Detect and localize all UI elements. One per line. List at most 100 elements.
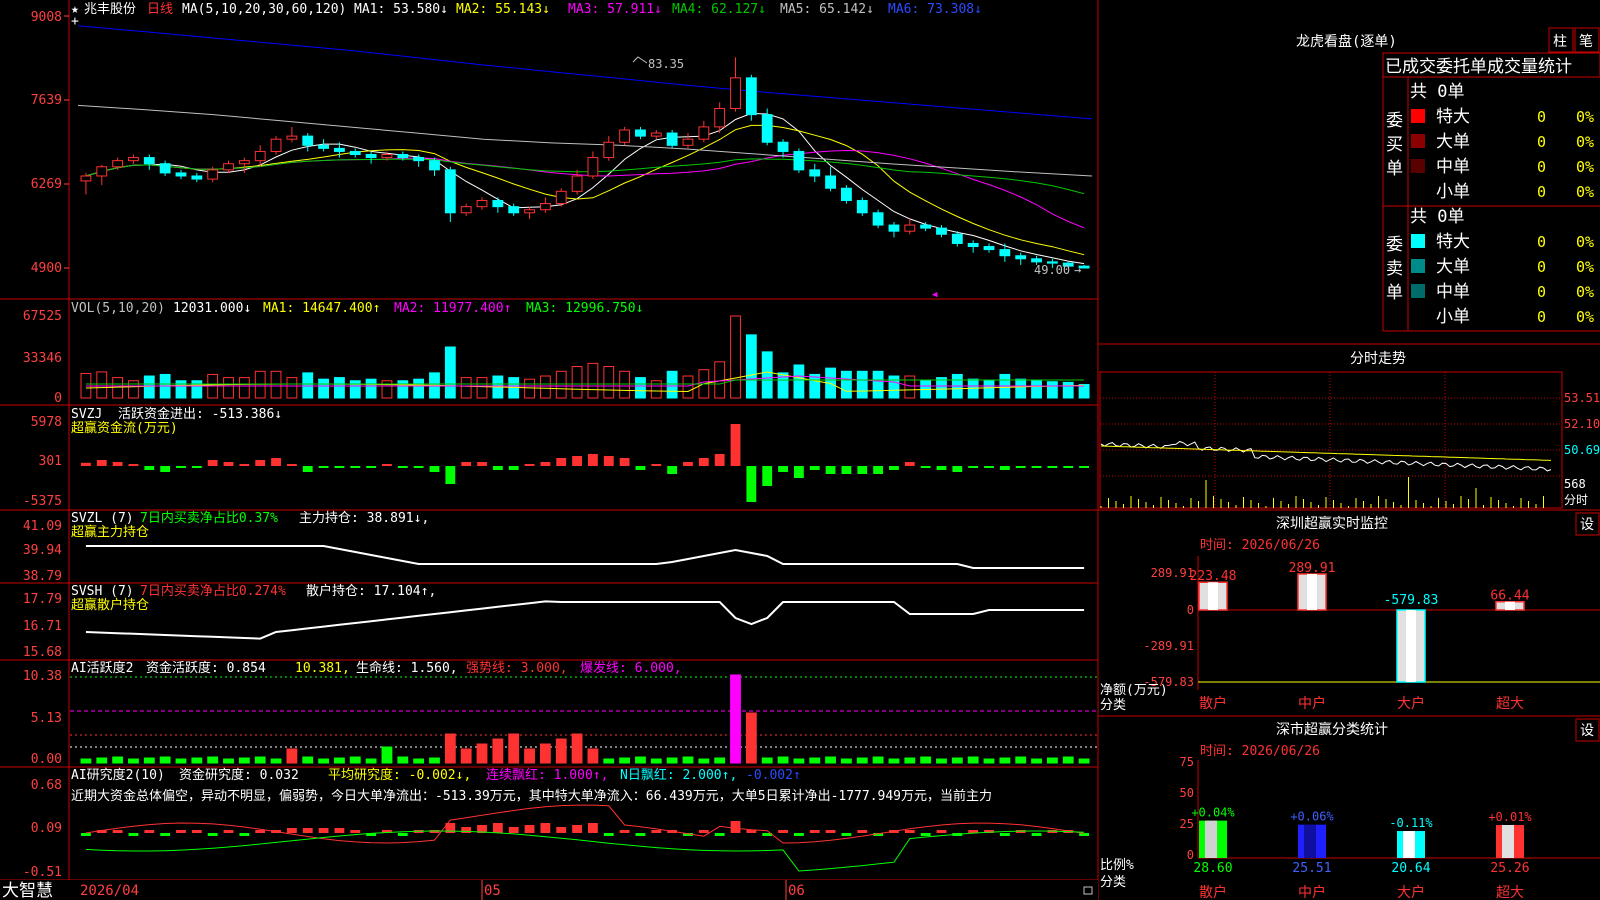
buy-side-char: 买 [1386, 135, 1403, 155]
lhb-subtitle: 已成交委托单成交量统计 [1385, 57, 1572, 77]
volume-bar [809, 373, 821, 399]
ytick: 67525 [23, 309, 62, 324]
candle-down [429, 160, 440, 171]
candle-up [112, 160, 124, 168]
fund-flow-bar [461, 462, 472, 466]
ytick: 4900 [31, 261, 62, 276]
classify-category: 大户 [1397, 884, 1425, 900]
volume-bar [334, 377, 345, 399]
stock-name: 兆丰股份 [84, 2, 136, 17]
ytick: 17.79 [23, 592, 62, 607]
ytick: 7639 [31, 93, 62, 108]
activity-bar [555, 738, 567, 764]
volume-bar [888, 375, 900, 399]
candle-up [682, 138, 694, 146]
research-bar [461, 827, 472, 833]
candle-down [159, 163, 171, 174]
research-bar [128, 833, 139, 836]
aihy-v5: 爆发线: 6.000, [580, 660, 682, 676]
ai-comment: 近期大资金总体偏空，异动不明显，偏弱势，今日大单净流出：-513.39万元，其中… [71, 788, 992, 804]
volume-bar [1046, 381, 1058, 399]
classify-xtitle: 分类 [1100, 875, 1126, 890]
fund-flow-bar [302, 466, 313, 472]
row-pct: 0% [1576, 158, 1594, 176]
volume-bar [1062, 381, 1074, 399]
classify-category: 中户 [1298, 884, 1326, 900]
ytick: 33346 [23, 351, 62, 366]
fund-flow-bar [809, 466, 820, 470]
monitor-settings-label: 设 [1580, 517, 1594, 533]
fund-flow-bar [223, 462, 234, 466]
aiyj-v2: 平均研究度: -0.002↓, [328, 767, 471, 783]
research-bar [191, 830, 202, 833]
row-pct: 0% [1576, 108, 1594, 126]
activity-bar [207, 756, 219, 764]
fund-flow-bar [382, 464, 392, 466]
candle-down [1015, 255, 1027, 260]
activity-bar [349, 756, 361, 764]
monitor-bar-散户 [1198, 581, 1228, 611]
xaxis-label-jun: 06 [788, 883, 805, 899]
xaxis-label-may: 05 [484, 883, 501, 899]
fund-flow-bar [1031, 466, 1042, 468]
sell-total: 共 0单 [1410, 207, 1464, 227]
activity-bar [793, 758, 805, 764]
volume-bar [318, 378, 329, 399]
research-bar [350, 830, 361, 833]
fund-flow-bar [366, 466, 377, 468]
fund-flow-bar [984, 466, 994, 468]
volume-bar [223, 377, 234, 399]
candle-up [286, 135, 298, 140]
ytick: -5375 [23, 494, 62, 509]
research-bar [492, 823, 503, 833]
activity-bar [286, 748, 298, 764]
fund-flow-bar [318, 466, 329, 468]
row-label: 中单 [1436, 157, 1470, 177]
candle-down [191, 175, 203, 180]
aiyj-v1: 资金研究度: 0.032 [179, 767, 299, 783]
row-count: 0 [1537, 308, 1546, 326]
candle-up [619, 129, 631, 143]
svzl-label: SVZL (7) [71, 511, 134, 526]
volume-bar [112, 377, 124, 399]
candle-down [745, 77, 757, 116]
period-label[interactable]: 日线 [147, 2, 173, 17]
volume-bar [603, 366, 615, 399]
crosshair-icon[interactable]: + [71, 14, 79, 29]
classify-bar-大户 [1397, 831, 1425, 858]
ytick: 15.68 [23, 645, 62, 660]
research-bar [318, 828, 329, 833]
activity-bar [539, 743, 551, 764]
aiyj-v3: 连续飘红: 1.000↑, [486, 767, 608, 783]
research-bar [397, 833, 408, 836]
volume-bar [619, 370, 631, 399]
research-bar [207, 833, 218, 836]
research-bar [825, 830, 836, 833]
activity-bar [191, 757, 203, 764]
volume-bar [1078, 384, 1090, 399]
activity-bar [1031, 758, 1042, 764]
ytick: 5.13 [31, 711, 62, 726]
svsh-subtitle: 超赢散户持仓 [71, 597, 149, 613]
research-bar [508, 827, 519, 833]
arrow-right-icon: → [1074, 263, 1081, 277]
background [0, 0, 1600, 900]
row-pct: 0% [1576, 258, 1594, 276]
ytick: 41.09 [23, 519, 62, 534]
activity-bar [587, 748, 599, 764]
candle-down [809, 169, 821, 177]
research-bar [793, 833, 804, 836]
candle-up [603, 141, 615, 159]
volume-bar [761, 351, 773, 399]
classify-bar-highlight [1304, 824, 1316, 858]
vol-ma3: MA3: 12996.750↓ [526, 301, 643, 316]
fund-flow-bar [904, 462, 915, 466]
fund-flow-bar [271, 458, 281, 466]
ytick: 0 [54, 391, 62, 406]
research-bar [160, 833, 171, 836]
fund-flow-bar [952, 466, 963, 472]
candle-up [904, 224, 916, 232]
ytick: 53.51 [1564, 391, 1600, 405]
activity-bar [492, 738, 504, 764]
intraday-unit: 分时 [1564, 493, 1588, 507]
